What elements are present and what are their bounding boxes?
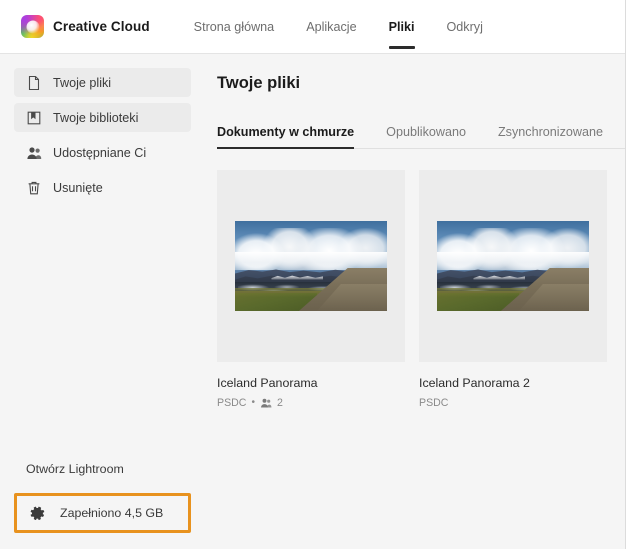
sidebar-label-usuniete: Usunięte xyxy=(53,181,103,195)
iceland-panorama-thumbnail xyxy=(235,221,387,311)
top-nav-odkryj[interactable]: Odkryj xyxy=(431,0,499,53)
top-nav-pliki[interactable]: Pliki xyxy=(373,0,431,53)
file-thumbnail-container[interactable] xyxy=(419,170,607,362)
file-meta: PSDC xyxy=(419,397,607,409)
file-grid: Iceland Panorama PSDC • 2 xyxy=(217,170,625,409)
file-tabs: Dokumenty w chmurze Opublikowano Zsynchr… xyxy=(217,119,625,149)
sidebar-label-twoje-biblioteki: Twoje biblioteki xyxy=(53,111,138,125)
sidebar-item-twoje-pliki[interactable]: Twoje pliki xyxy=(14,68,191,97)
people-icon xyxy=(260,397,272,409)
gear-icon xyxy=(29,505,46,522)
page-title: Twoje pliki xyxy=(217,74,625,93)
iceland-panorama-2-thumbnail xyxy=(437,221,589,311)
brand-name: Creative Cloud xyxy=(53,19,150,34)
top-nav-strona-glowna[interactable]: Strona główna xyxy=(178,0,291,53)
creative-cloud-window: Creative Cloud Strona główna Aplikacje P… xyxy=(0,0,626,549)
library-book-icon xyxy=(26,110,42,126)
tab-zsynchronizowane[interactable]: Zsynchronizowane xyxy=(498,125,619,148)
top-nav-items: Strona główna Aplikacje Pliki Odkryj xyxy=(178,0,499,53)
sidebar-label-udostepniane-ci: Udostępniane Ci xyxy=(53,146,146,160)
top-nav-aplikacje[interactable]: Aplikacje xyxy=(290,0,372,53)
file-format: PSDC xyxy=(217,397,246,409)
file-meta: PSDC • 2 xyxy=(217,397,405,409)
sidebar-footer: Otwórz Lightroom Zapełniono 4,5 GB xyxy=(0,462,205,533)
meta-separator: • xyxy=(251,398,255,408)
content-area: Twoje pliki Twoje biblioteki Udostępnian… xyxy=(0,54,625,549)
file-name: Iceland Panorama xyxy=(217,376,405,390)
main-panel: Twoje pliki Dokumenty w chmurze Opubliko… xyxy=(205,54,625,549)
file-thumbnail-container[interactable] xyxy=(217,170,405,362)
top-navigation-bar: Creative Cloud Strona główna Aplikacje P… xyxy=(0,0,625,54)
storage-usage-button[interactable]: Zapełniono 4,5 GB xyxy=(14,493,191,533)
file-name: Iceland Panorama 2 xyxy=(419,376,607,390)
creative-cloud-logo-icon xyxy=(21,15,44,38)
sidebar: Twoje pliki Twoje biblioteki Udostępnian… xyxy=(0,54,205,549)
file-format: PSDC xyxy=(419,397,448,409)
tab-opublikowano[interactable]: Opublikowano xyxy=(386,125,482,148)
open-lightroom-link[interactable]: Otwórz Lightroom xyxy=(14,462,191,476)
sidebar-item-udostepniane-ci[interactable]: Udostępniane Ci xyxy=(14,138,191,167)
trash-icon xyxy=(26,180,42,196)
document-icon xyxy=(26,75,42,91)
file-card[interactable]: Iceland Panorama PSDC • 2 xyxy=(217,170,405,409)
shared-count: 2 xyxy=(277,397,283,409)
storage-usage-label: Zapełniono 4,5 GB xyxy=(60,506,163,520)
file-card[interactable]: Iceland Panorama 2 PSDC xyxy=(419,170,607,409)
people-icon xyxy=(26,145,42,161)
brand[interactable]: Creative Cloud xyxy=(21,15,150,38)
sidebar-item-twoje-biblioteki[interactable]: Twoje biblioteki xyxy=(14,103,191,132)
sidebar-item-usuniete[interactable]: Usunięte xyxy=(14,173,191,202)
sidebar-label-twoje-pliki: Twoje pliki xyxy=(53,76,111,90)
tab-dokumenty-w-chmurze[interactable]: Dokumenty w chmurze xyxy=(217,125,370,148)
